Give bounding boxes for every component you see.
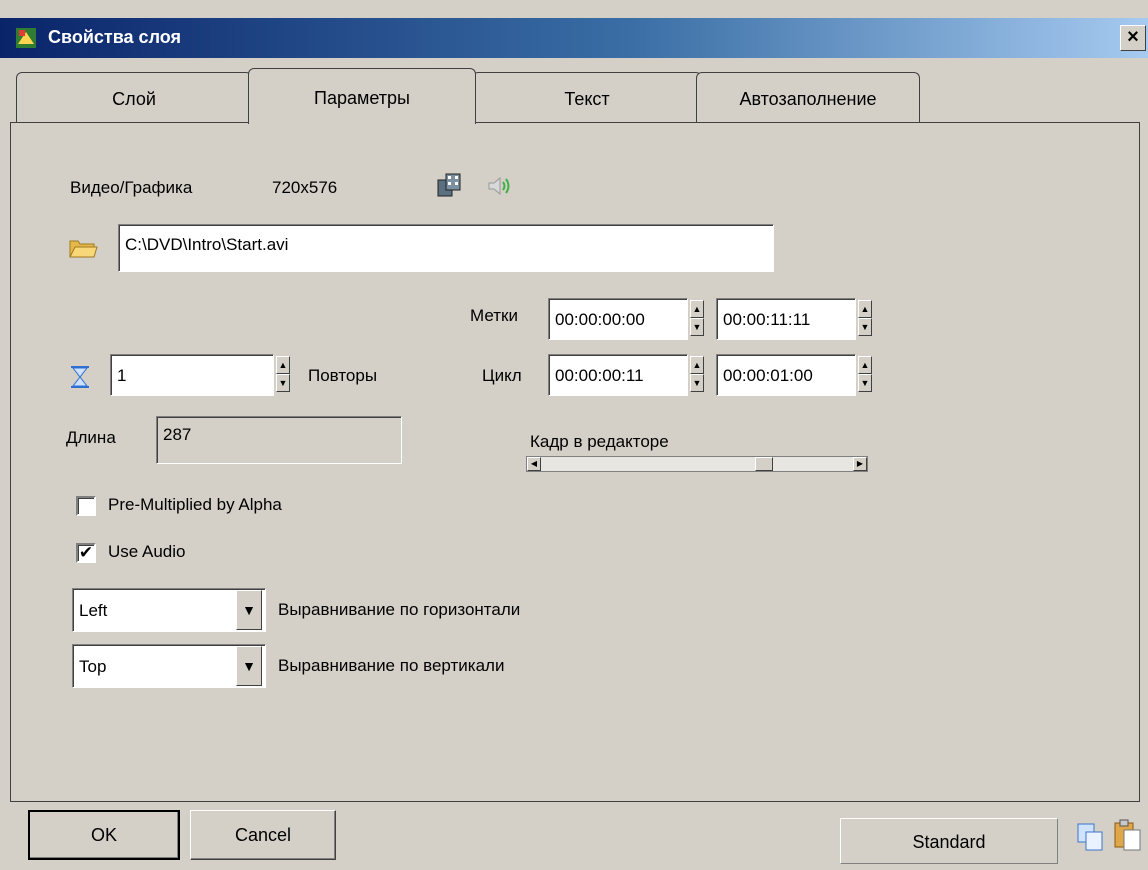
marks-end-spinner[interactable]: ▲ ▼ xyxy=(858,300,872,336)
marks-label: Метки xyxy=(470,306,518,325)
loop-end-spinner[interactable]: ▲ ▼ xyxy=(858,356,872,392)
use-audio-checkbox[interactable]: ✔ xyxy=(76,543,96,563)
film-strip-icon[interactable] xyxy=(436,172,464,200)
spin-down-icon[interactable]: ▼ xyxy=(858,318,872,336)
spin-up-icon[interactable]: ▲ xyxy=(858,300,872,318)
slider-thumb[interactable] xyxy=(755,457,774,471)
repeats-field[interactable]: 1 xyxy=(110,354,274,396)
hourglass-icon xyxy=(71,366,89,388)
media-type-label: Видео/Графика xyxy=(70,178,193,197)
file-path-field[interactable]: C:\DVD\Intro\Start.avi xyxy=(118,224,774,272)
length-field: 287 xyxy=(156,416,402,464)
spin-up-icon[interactable]: ▲ xyxy=(690,300,704,318)
scroll-left-icon[interactable]: ◀ xyxy=(527,457,541,471)
chevron-down-icon[interactable]: ▼ xyxy=(236,590,262,630)
folder-open-icon[interactable] xyxy=(68,236,98,260)
align-h-label: Выравнивание по горизонтали xyxy=(278,600,521,619)
cancel-button[interactable]: Cancel xyxy=(190,810,336,860)
premultiplied-checkbox[interactable] xyxy=(76,496,96,516)
copy-icon[interactable] xyxy=(1076,822,1106,852)
align-v-label: Выравнивание по вертикали xyxy=(278,656,505,675)
loop-start-spinner[interactable]: ▲ ▼ xyxy=(690,356,704,392)
speaker-icon[interactable] xyxy=(486,174,512,198)
spin-up-icon[interactable]: ▲ xyxy=(690,356,704,374)
length-label: Длина xyxy=(66,428,116,447)
premultiplied-label: Pre-Multiplied by Alpha xyxy=(108,495,282,514)
marks-end-field[interactable]: 00:00:11:11 xyxy=(716,298,856,340)
ok-button[interactable]: OK xyxy=(28,810,180,860)
spin-up-icon[interactable]: ▲ xyxy=(276,356,290,374)
spin-down-icon[interactable]: ▼ xyxy=(690,374,704,392)
editor-frame-slider[interactable] xyxy=(526,456,868,472)
chevron-down-icon[interactable]: ▼ xyxy=(236,646,262,686)
loop-label: Цикл xyxy=(482,366,522,385)
editor-frame-label: Кадр в редакторе xyxy=(530,432,669,451)
spin-up-icon[interactable]: ▲ xyxy=(858,356,872,374)
spin-down-icon[interactable]: ▼ xyxy=(276,374,290,392)
repeats-label: Повторы xyxy=(308,366,378,385)
paste-icon[interactable] xyxy=(1112,818,1142,852)
spin-down-icon[interactable]: ▼ xyxy=(858,374,872,392)
loop-start-field[interactable]: 00:00:00:11 xyxy=(548,354,688,396)
repeats-spinner[interactable]: ▲ ▼ xyxy=(276,356,290,392)
spin-down-icon[interactable]: ▼ xyxy=(690,318,704,336)
loop-end-field[interactable]: 00:00:01:00 xyxy=(716,354,856,396)
resolution-value: 720x576 xyxy=(272,178,338,197)
marks-start-spinner[interactable]: ▲ ▼ xyxy=(690,300,704,336)
use-audio-label: Use Audio xyxy=(108,542,186,561)
marks-start-field[interactable]: 00:00:00:00 xyxy=(548,298,688,340)
standard-button[interactable]: Standard xyxy=(840,818,1058,864)
scroll-right-icon[interactable]: ▶ xyxy=(853,457,867,471)
